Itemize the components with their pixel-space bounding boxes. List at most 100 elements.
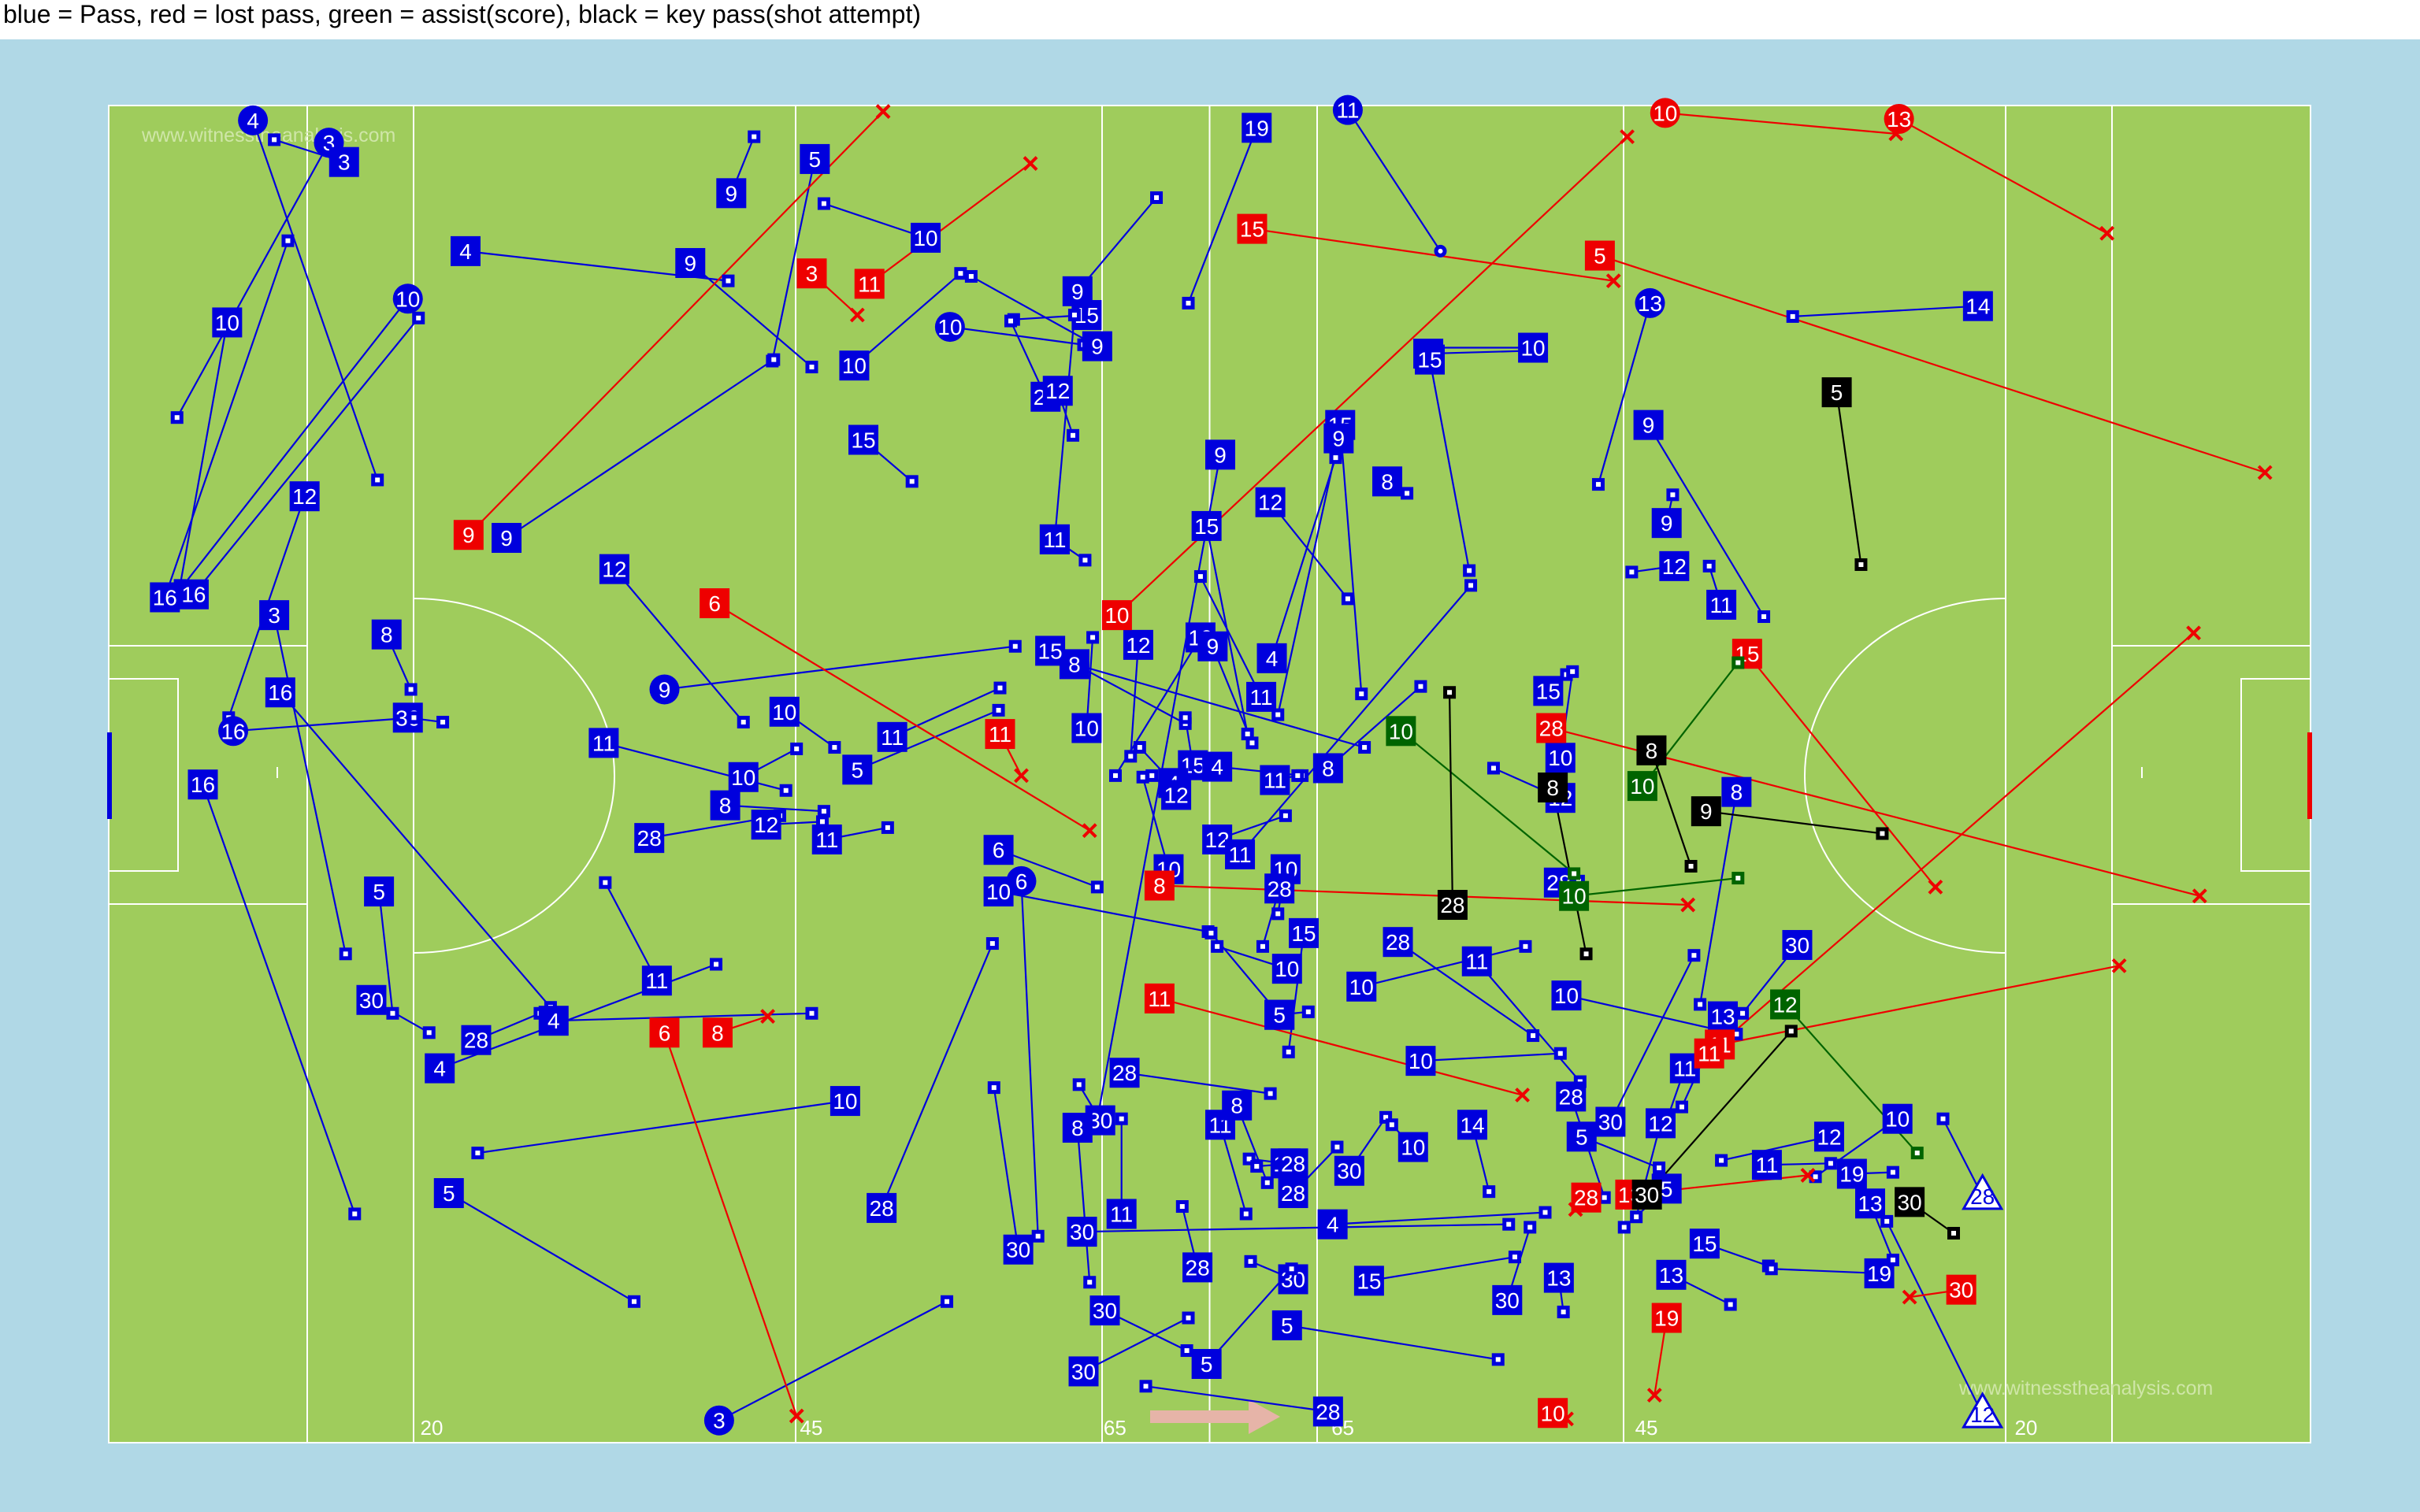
pass-start-square: 8: [1222, 1090, 1253, 1121]
pass-start-square: 9: [492, 523, 522, 554]
player-number: 10: [1885, 1107, 1910, 1132]
pass-start-square: 11: [588, 728, 619, 758]
pass-start-square: 15: [1533, 676, 1564, 706]
pass-end-point: [817, 197, 830, 210]
pitch-frame: www.witnesstheanalysis.com www.witnessth…: [0, 39, 2420, 1512]
pass-end-point: [992, 703, 1005, 717]
pass-start-square: 10: [769, 696, 800, 727]
player-number: 8: [1153, 874, 1166, 899]
pass-end-point: [1279, 809, 1292, 822]
pass-start-square: 10: [1397, 1132, 1428, 1162]
player-number: 15: [1038, 639, 1063, 663]
pass-end-point: [1250, 1160, 1264, 1173]
pass-start-square: 28: [1556, 1081, 1587, 1112]
player-number: 5: [809, 147, 822, 172]
player-number: 10: [1349, 975, 1374, 999]
player-number: 15: [1692, 1232, 1717, 1256]
pass-start-square: 10: [1405, 1046, 1436, 1077]
legend-caption: blue = Pass, red = lost pass, green = as…: [0, 0, 2420, 39]
lost-pass-start-square: 30: [1946, 1274, 1976, 1305]
key-pass-end-point: [1443, 686, 1457, 699]
player-number: 28: [1281, 1181, 1305, 1206]
pass-start-square: 9: [1633, 410, 1664, 440]
player-number: 8: [380, 623, 393, 647]
player-number: 10: [1562, 884, 1587, 909]
pass-start-circle: 10: [934, 312, 965, 343]
player-number: 8: [711, 1021, 724, 1045]
pass-end-point: [1527, 1029, 1540, 1043]
pass-end-point: [1483, 1185, 1496, 1199]
player-number: 10: [215, 310, 239, 335]
player-number: 5: [1273, 1003, 1286, 1028]
player-number: 28: [637, 826, 662, 850]
player-number: 10: [1075, 717, 1099, 741]
pass-end-point: [1487, 762, 1500, 775]
pass-start-circle: 16: [218, 716, 249, 747]
player-number: 5: [373, 880, 385, 904]
player-number: 11: [989, 722, 1011, 747]
player-number: 11: [1264, 769, 1286, 793]
pass-end-point: [1150, 191, 1164, 204]
pass-end-point: [1204, 926, 1218, 939]
player-number: 4: [459, 239, 472, 264]
pass-end-point: [1180, 1344, 1193, 1358]
pass-start-square: 28: [1182, 1252, 1213, 1283]
lost-pass-start-square: 15: [1237, 213, 1268, 244]
player-number: 12: [602, 558, 626, 582]
pass-end-point: [1464, 579, 1478, 592]
player-number: 10: [1541, 1401, 1565, 1425]
player-number: 5: [1281, 1314, 1294, 1338]
pass-start-circle: 11: [1332, 94, 1363, 125]
pass-end-point: [404, 683, 418, 696]
assist-start-square: 10: [1627, 771, 1657, 802]
key-pass-start-square: 8: [1636, 735, 1667, 765]
pass-start-square: 30: [1089, 1295, 1120, 1326]
player-number: 28: [1186, 1255, 1210, 1280]
player-number: 12: [1772, 992, 1797, 1017]
player-number: 9: [1207, 635, 1219, 659]
pass-end-point: [1687, 949, 1701, 962]
player-number: 11: [858, 272, 881, 296]
pass-end-point: [1886, 1253, 1899, 1266]
pass-start-square: 3: [259, 600, 290, 631]
player-number: 8: [1230, 1094, 1243, 1118]
pass-start-square: 15: [1353, 1266, 1384, 1296]
pass-start-square: 28: [867, 1192, 897, 1223]
player-number: 28: [1559, 1084, 1583, 1109]
player-number: 11: [1043, 528, 1066, 552]
pass-start-square: 15: [1191, 510, 1222, 541]
pass-start-square: 12: [1645, 1108, 1676, 1139]
player-number: 28: [464, 1028, 488, 1053]
player-number: 16: [268, 680, 292, 705]
player-number: 10: [1104, 603, 1129, 628]
key-pass-start-square: 9: [1691, 796, 1721, 827]
player-number: 10: [1548, 746, 1572, 770]
player-number: 30: [359, 988, 384, 1013]
pass-start-square: 11: [877, 721, 908, 752]
pass-end-point: [1301, 1005, 1315, 1018]
lost-pass-start-circle: 10: [1650, 98, 1680, 128]
player-number: 9: [1700, 799, 1713, 824]
player-number: 11: [881, 725, 904, 750]
pass-start-square: 4: [1202, 751, 1233, 782]
pass-end-point: [1067, 428, 1080, 442]
player-number: 15: [851, 428, 875, 453]
key-pass-start-square: 28: [1437, 890, 1468, 921]
lost-pass-start-square: 3: [796, 258, 827, 289]
pass-start-square: 16: [187, 769, 218, 800]
pass-end-point: [722, 274, 735, 287]
pass-start-square: 10: [1551, 980, 1582, 1011]
player-number: 30: [1337, 1159, 1361, 1184]
player-number: 28: [1281, 1151, 1305, 1176]
pass-start-square: 10: [1518, 332, 1549, 363]
player-number: 9: [1214, 443, 1227, 467]
player-number: 4: [247, 109, 259, 133]
pass-start-square: 16: [178, 579, 209, 610]
pass-end-point: [1086, 631, 1100, 644]
pass-start-square: 10: [212, 307, 243, 338]
player-number: 28: [1268, 876, 1292, 901]
pass-start-square: 28: [1109, 1058, 1140, 1088]
player-number: 10: [842, 354, 867, 378]
pass-end-point: [407, 711, 421, 724]
player-number: 10: [772, 700, 796, 724]
